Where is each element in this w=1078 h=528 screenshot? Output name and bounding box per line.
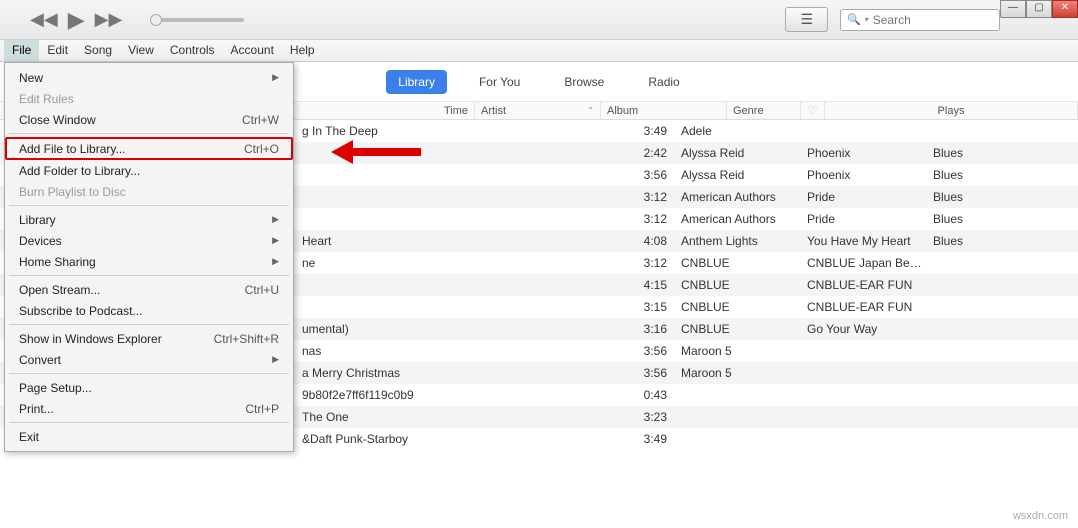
maximize-button[interactable]: ▢ (1026, 0, 1052, 18)
tab-radio[interactable]: Radio (636, 70, 691, 94)
volume-slider[interactable] (148, 18, 250, 22)
heart-icon: ♡ (808, 104, 818, 117)
menu-separator (9, 205, 289, 206)
column-genre[interactable]: Genre (727, 102, 801, 119)
menu-separator (9, 373, 289, 374)
search-icon: 🔍 (847, 13, 861, 26)
next-button[interactable]: ▶▶ (95, 9, 123, 30)
menu-item-devices[interactable]: Devices (5, 230, 293, 251)
menu-item-exit[interactable]: Exit (5, 426, 293, 447)
column-loved[interactable]: ♡ (801, 102, 825, 119)
search-input[interactable]: 🔍 ▾ (840, 9, 1000, 31)
play-button[interactable]: ▶ (68, 7, 85, 33)
close-button[interactable]: ✕ (1052, 0, 1078, 18)
column-artist[interactable]: Artist⌃ (475, 102, 601, 119)
menu-edit[interactable]: Edit (39, 40, 76, 61)
tab-library[interactable]: Library (386, 70, 447, 94)
chevron-down-icon: ▾ (865, 15, 869, 24)
menu-item-print[interactable]: Print...Ctrl+P (5, 398, 293, 419)
column-plays[interactable]: Plays (825, 102, 1078, 119)
watermark: wsxdn.com (1013, 510, 1068, 522)
menu-item-subscribe-to-podcast[interactable]: Subscribe to Podcast... (5, 300, 293, 321)
tab-for-you[interactable]: For You (467, 70, 532, 94)
menu-item-new[interactable]: New (5, 67, 293, 88)
menu-item-show-in-windows-explorer[interactable]: Show in Windows ExplorerCtrl+Shift+R (5, 328, 293, 349)
menu-separator (9, 324, 289, 325)
menu-item-page-setup[interactable]: Page Setup... (5, 377, 293, 398)
menu-item-convert[interactable]: Convert (5, 349, 293, 370)
list-view-button[interactable]: ☰ (785, 7, 828, 32)
menu-item-home-sharing[interactable]: Home Sharing (5, 251, 293, 272)
menu-item-library[interactable]: Library (5, 209, 293, 230)
menu-item-edit-rules: Edit Rules (5, 88, 293, 109)
menu-item-add-folder-to-library[interactable]: Add Folder to Library... (5, 160, 293, 181)
menu-item-burn-playlist-to-disc: Burn Playlist to Disc (5, 181, 293, 202)
tab-browse[interactable]: Browse (552, 70, 616, 94)
menu-help[interactable]: Help (282, 40, 323, 61)
menu-controls[interactable]: Controls (162, 40, 223, 61)
menu-separator (9, 275, 289, 276)
menu-separator (9, 133, 289, 134)
sort-ascending-icon: ⌃ (587, 106, 594, 115)
menu-item-close-window[interactable]: Close WindowCtrl+W (5, 109, 293, 130)
column-album[interactable]: Album (601, 102, 727, 119)
menubar: FileEditSongViewControlsAccountHelp (0, 40, 1078, 62)
menu-account[interactable]: Account (223, 40, 282, 61)
minimize-button[interactable]: — (1000, 0, 1026, 18)
menu-song[interactable]: Song (76, 40, 120, 61)
menu-file[interactable]: File (4, 40, 39, 61)
menu-view[interactable]: View (120, 40, 162, 61)
menu-item-open-stream[interactable]: Open Stream...Ctrl+U (5, 279, 293, 300)
menu-item-add-file-to-library[interactable]: Add File to Library...Ctrl+O (5, 137, 293, 160)
menu-separator (9, 422, 289, 423)
titlebar: ◀◀ ▶ ▶▶ ☰ 🔍 ▾ — ▢ ✕ (0, 0, 1078, 40)
file-menu-dropdown: NewEdit RulesClose WindowCtrl+W Add File … (4, 62, 294, 452)
previous-button[interactable]: ◀◀ (30, 9, 58, 30)
